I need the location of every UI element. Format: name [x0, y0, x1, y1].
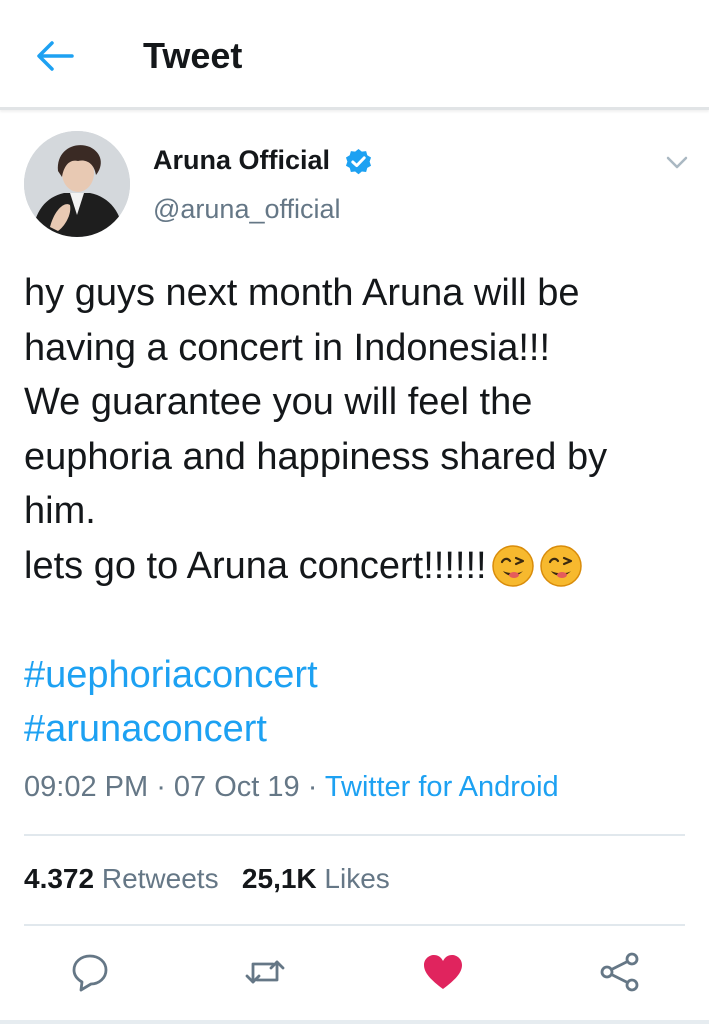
- share-icon: [600, 952, 639, 992]
- retweet-button[interactable]: [243, 950, 287, 994]
- divider: [24, 834, 685, 836]
- tweet-date: 07 Oct 19: [173, 771, 300, 803]
- like-stat[interactable]: 25,1K Likes: [242, 863, 390, 894]
- tweet-text-line: having a concert in Indonesia!!!: [24, 326, 551, 369]
- tweet-text-line: euphoria and happiness shared by: [24, 435, 608, 478]
- meta-separator: ·: [148, 771, 174, 803]
- tweet-text: hy guys next month Aruna will be having …: [24, 266, 694, 757]
- tweet-text-line: lets go to Aruna concert!!!!!!: [24, 544, 487, 587]
- page-title: Tweet: [143, 35, 243, 76]
- like-label: Likes: [324, 863, 390, 894]
- heart-icon: [424, 955, 462, 989]
- reply-button[interactable]: [68, 950, 112, 994]
- tweet-text-line: We guarantee you will feel the: [24, 381, 533, 423]
- share-button[interactable]: [598, 950, 642, 994]
- bottom-divider: [0, 1020, 709, 1024]
- author-name[interactable]: Aruna Official: [153, 145, 330, 176]
- chevron-down-icon[interactable]: [662, 148, 692, 178]
- top-bar: Tweet: [0, 0, 709, 110]
- retweet-count: 4.372: [24, 863, 95, 894]
- wink-emoji-icon: [491, 545, 534, 587]
- retweet-stat[interactable]: 4.372 Retweets: [24, 863, 219, 894]
- tweet-text-line-with-emoji: lets go to Aruna concert!!!!!!: [24, 539, 583, 594]
- author-handle[interactable]: @aruna_official: [153, 194, 341, 225]
- hashtag-link[interactable]: #arunaconcert: [24, 702, 694, 757]
- tweet-stats: 4.372 Retweets 25,1K Likes: [24, 863, 390, 895]
- back-button[interactable]: [34, 36, 76, 76]
- reply-icon: [72, 954, 108, 992]
- tweet-time: 09:02 PM: [24, 771, 149, 803]
- like-button[interactable]: [421, 950, 465, 994]
- meta-separator: ·: [299, 771, 325, 803]
- like-count: 25,1K: [241, 863, 317, 894]
- verified-badge-icon: [345, 148, 372, 175]
- tweet-text-line: hy guys next month Aruna will be: [24, 272, 580, 314]
- retweet-icon: [245, 960, 285, 984]
- wink-emoji-icon: [539, 545, 582, 587]
- retweet-label: Retweets: [101, 863, 219, 894]
- tweet-meta: 09:02 PM · 07 Oct 19 · Twitter for Andro…: [24, 771, 559, 804]
- avatar[interactable]: [24, 131, 130, 237]
- tweet-text-line: him.: [24, 490, 96, 532]
- divider: [24, 924, 685, 926]
- hashtag-link[interactable]: #uephoriaconcert: [24, 648, 694, 703]
- avatar-image: [24, 131, 130, 237]
- tweet-source-link[interactable]: Twitter for Android: [325, 771, 559, 803]
- arrow-left-icon: [37, 41, 74, 71]
